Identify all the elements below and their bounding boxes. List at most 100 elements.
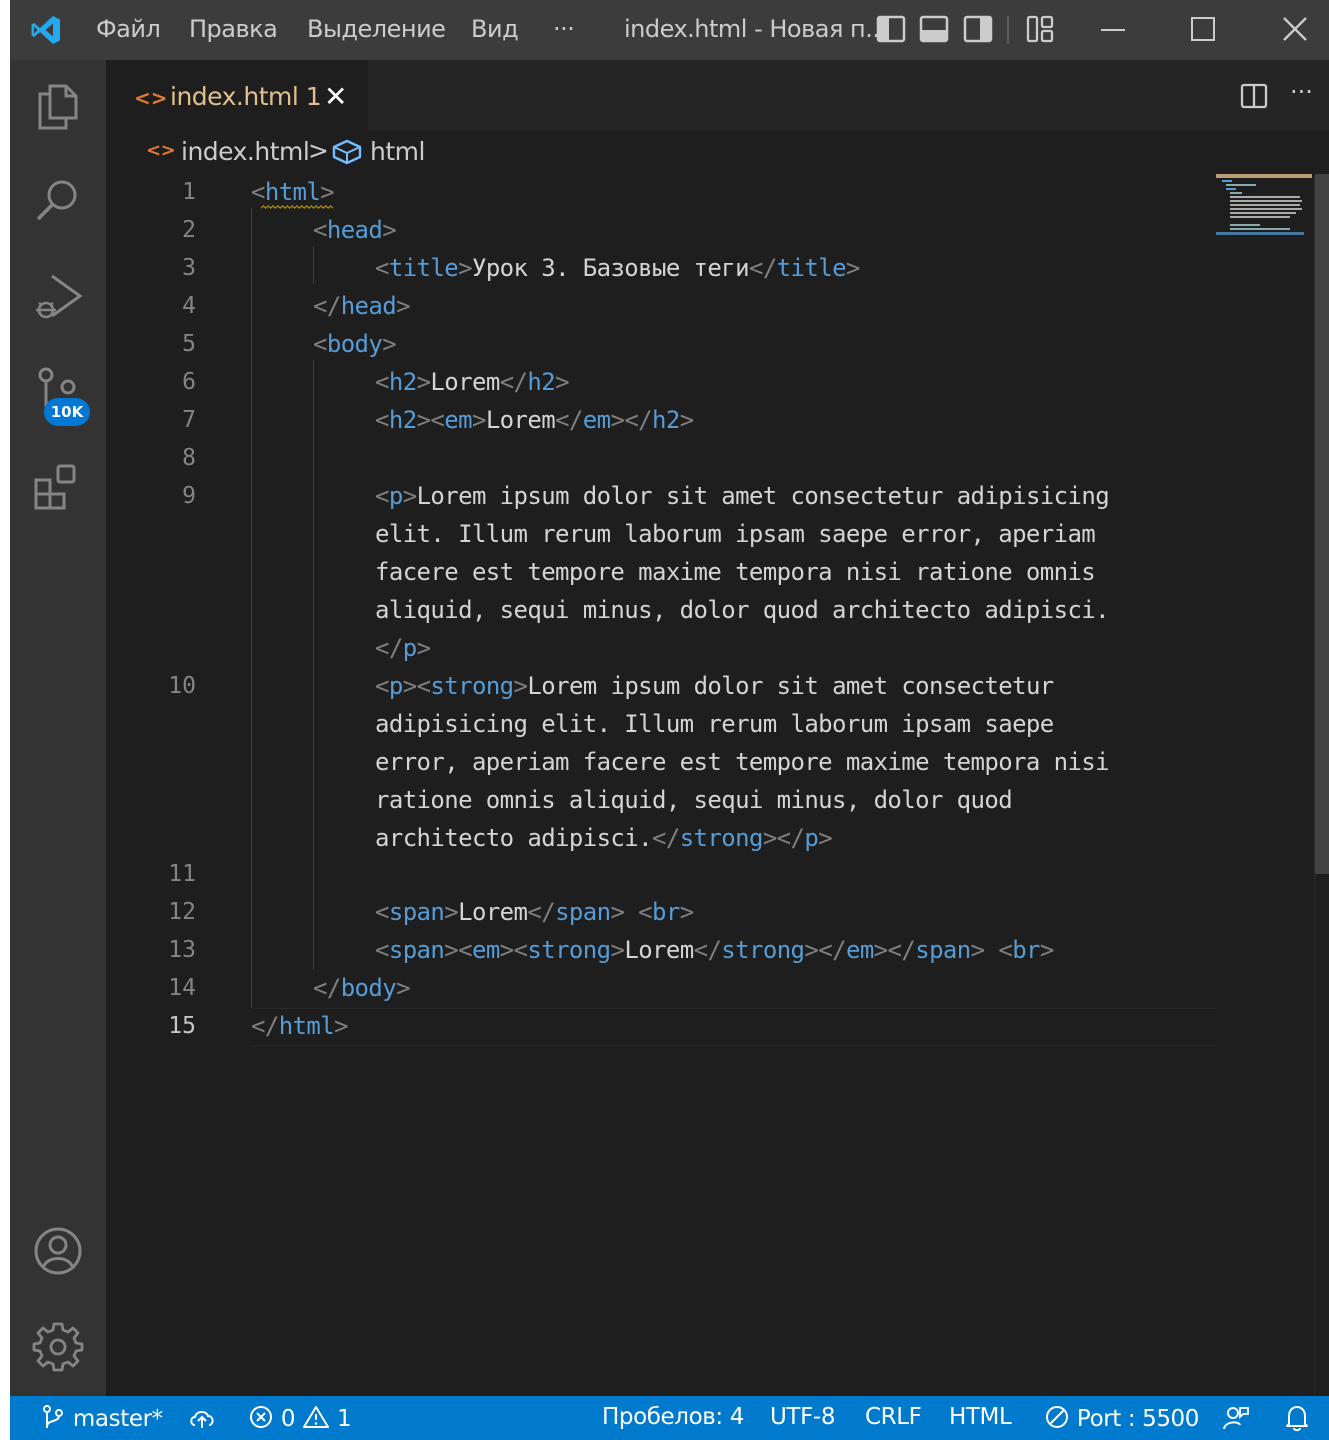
- code-line-wrapped: facere est tempore maxime tempora nisi r…: [375, 558, 1096, 586]
- extensions-icon[interactable]: [32, 460, 84, 512]
- live-server-status[interactable]: Port : 5500: [1044, 1404, 1199, 1432]
- branch-status[interactable]: master*: [40, 1404, 163, 1432]
- line-number: 7: [182, 407, 196, 433]
- code-line: <p><strong>Lorem ipsum dolor sit amet co…: [375, 672, 1054, 700]
- run-and-debug-icon[interactable]: [32, 270, 84, 322]
- code-line: <head>: [313, 216, 397, 244]
- code-line-wrapped: elit. Illum rerum laborum ipsam saepe er…: [375, 520, 1096, 548]
- code-line-wrapped: ratione omnis aliquid, sequi minus, dolo…: [375, 786, 1013, 814]
- indent-guide: [313, 246, 314, 284]
- code-line: <p>Lorem ipsum dolor sit amet consectetu…: [375, 482, 1110, 510]
- line-number: 12: [168, 899, 196, 925]
- titlebar-divider: [1007, 16, 1009, 44]
- notifications-bell-icon[interactable]: [1284, 1404, 1310, 1432]
- warning-icon: [303, 1406, 330, 1428]
- minimap[interactable]: [1216, 174, 1312, 244]
- menu-file[interactable]: Файл: [96, 15, 161, 43]
- code-line-wrapped: aliquid, sequi minus, dolor quod archite…: [375, 596, 1110, 624]
- tab-filename: index.html 1: [170, 82, 322, 111]
- more-actions-icon[interactable]: ···: [1290, 78, 1313, 106]
- html-file-icon: <>: [134, 86, 168, 110]
- line-number: 8: [182, 445, 196, 471]
- no-entry-icon: [1046, 1406, 1068, 1428]
- line-number: 6: [182, 369, 196, 395]
- code-line: <body>: [313, 330, 397, 358]
- line-number: 14: [168, 975, 196, 1001]
- error-count: 0: [280, 1406, 296, 1432]
- code-line: </html>: [251, 1012, 349, 1040]
- menu-edit[interactable]: Правка: [189, 15, 278, 43]
- eol-status[interactable]: CRLF: [865, 1404, 922, 1430]
- line-number: 1: [182, 179, 196, 205]
- vertical-scrollbar[interactable]: [1314, 174, 1329, 1396]
- indent-guide: [313, 360, 314, 970]
- symbol-element-icon: [332, 139, 362, 165]
- line-number: 11: [168, 861, 196, 887]
- vscode-logo-icon[interactable]: [30, 14, 62, 46]
- line-number: 3: [182, 255, 196, 281]
- line-number: 13: [168, 937, 196, 963]
- menu-selection[interactable]: Выделение: [307, 15, 446, 43]
- warning-count: 1: [337, 1406, 352, 1432]
- activity-bar: 10K: [10, 60, 106, 1396]
- encoding-status[interactable]: UTF-8: [770, 1404, 835, 1430]
- explorer-files-icon[interactable]: [32, 80, 84, 132]
- split-editor-icon[interactable]: [1239, 81, 1269, 111]
- source-control-badge: 10K: [44, 398, 90, 426]
- code-line-wrapped: architecto adipisci.</strong></p>: [375, 824, 833, 852]
- accounts-icon[interactable]: [32, 1225, 84, 1277]
- scrollbar-thumb[interactable]: [1315, 174, 1329, 874]
- code-line-wrapped: </p>: [375, 634, 431, 662]
- code-line-wrapped: adipisicing elit. Illum rerum laborum ip…: [375, 710, 1054, 738]
- title-bar: Файл Правка Выделение Вид ··· index.html…: [10, 0, 1329, 60]
- branch-name: master*: [72, 1406, 163, 1432]
- code-line: <h2><em>Lorem</em></h2>: [375, 406, 694, 434]
- code-line: <span>Lorem</span> <br>: [375, 898, 694, 926]
- toggle-primary-sidebar-icon[interactable]: [876, 14, 906, 44]
- breadcrumb: <> index.html > html: [106, 130, 1329, 174]
- menu-view[interactable]: Вид: [471, 15, 519, 43]
- breadcrumb-symbol[interactable]: html: [370, 137, 425, 166]
- tab-filename-text: index.html: [170, 82, 299, 111]
- line-number: 9: [182, 483, 196, 509]
- code-editor[interactable]: 1 2 3 4 5 6 7 8 9 10 11 12 13 14 15 <htm…: [106, 174, 1216, 1396]
- line-number-active: 15: [168, 1013, 196, 1039]
- search-icon[interactable]: [32, 174, 84, 226]
- code-line: <title>Урок 3. Базовые теги</title>: [375, 254, 860, 282]
- vscode-window: Файл Правка Выделение Вид ··· index.html…: [10, 0, 1329, 1440]
- sync-cloud-icon[interactable]: [188, 1406, 216, 1430]
- toggle-secondary-sidebar-icon[interactable]: [963, 14, 993, 44]
- window-title: index.html - Новая п...: [624, 15, 887, 43]
- language-mode-status[interactable]: HTML: [949, 1404, 1012, 1430]
- minimize-icon[interactable]: [1098, 14, 1128, 44]
- status-bar: master* 0 1 Пробелов: 4 UTF-8 CRLF HTML: [10, 1396, 1329, 1440]
- toggle-panel-icon[interactable]: [919, 14, 949, 44]
- code-line: <span><em><strong>Lorem</strong></em></s…: [375, 936, 1054, 964]
- live-server-port: Port : 5500: [1076, 1406, 1200, 1432]
- menu-more[interactable]: ···: [553, 15, 575, 43]
- customize-layout-icon[interactable]: [1025, 14, 1055, 44]
- close-window-icon[interactable]: [1280, 14, 1310, 44]
- breadcrumb-file[interactable]: index.html: [181, 137, 310, 166]
- breadcrumb-separator: >: [308, 136, 329, 165]
- error-icon: [250, 1406, 272, 1428]
- tab-close-icon[interactable]: ✕: [324, 80, 347, 113]
- line-number: 4: [182, 293, 196, 319]
- code-line-wrapped: error, aperiam facere est tempore maxime…: [375, 748, 1110, 776]
- code-line: </body>: [313, 974, 411, 1002]
- line-number: 10: [168, 673, 196, 699]
- manage-gear-icon[interactable]: [32, 1320, 84, 1372]
- code-line: </head>: [313, 292, 411, 320]
- code-line: <html>: [251, 178, 335, 206]
- line-number: 5: [182, 331, 196, 357]
- editor-tab-bar: <> index.html 1 ✕ ···: [106, 60, 1329, 130]
- code-line: <h2>Lorem</h2>: [375, 368, 570, 396]
- tab-index-html[interactable]: <> index.html 1 ✕: [106, 60, 368, 130]
- feedback-person-icon[interactable]: [1222, 1404, 1250, 1432]
- problems-status[interactable]: 0 1: [248, 1404, 352, 1432]
- maximize-icon[interactable]: [1188, 14, 1218, 44]
- html-file-icon: <>: [146, 140, 176, 161]
- indent-guide: [251, 208, 252, 1008]
- indentation-status[interactable]: Пробелов: 4: [602, 1404, 744, 1430]
- warning-squiggle: [260, 205, 334, 209]
